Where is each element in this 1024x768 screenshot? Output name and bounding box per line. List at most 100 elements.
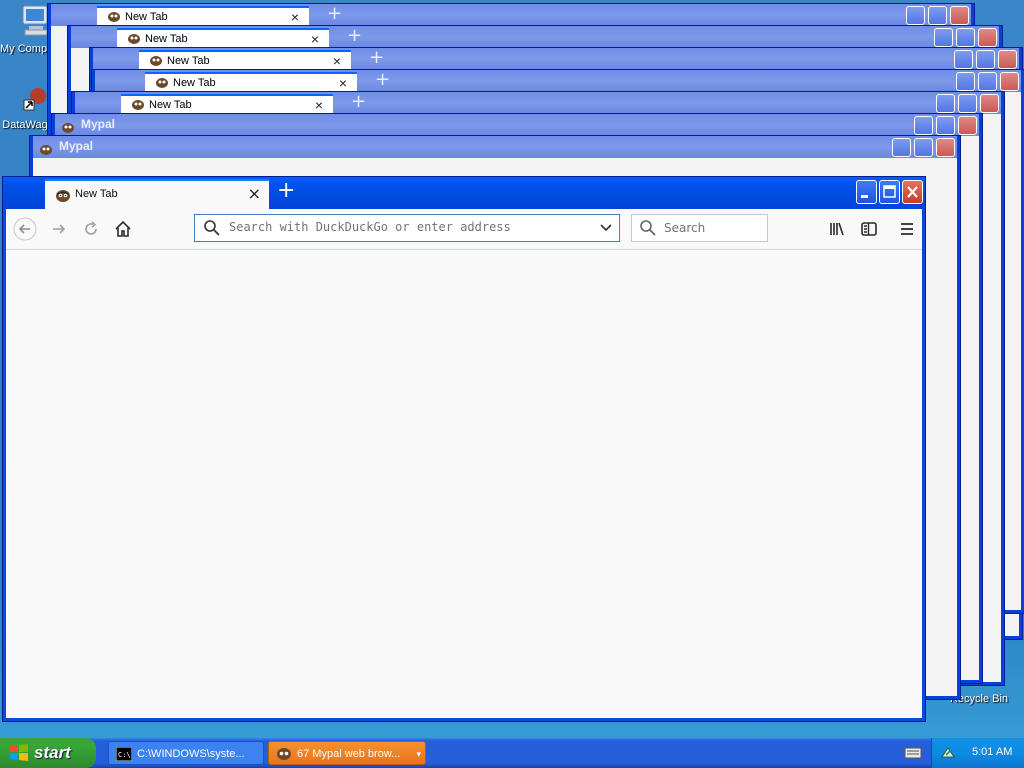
maximize-button[interactable] [879, 180, 900, 204]
forward-button[interactable] [46, 217, 72, 241]
address-input[interactable] [227, 219, 591, 235]
tab[interactable]: New Tab × [97, 6, 309, 26]
maximize-icon[interactable] [978, 72, 997, 91]
mypal-icon [39, 141, 53, 160]
new-tab-icon[interactable]: + [351, 92, 366, 112]
minimize-icon[interactable] [914, 116, 933, 135]
window-title-bar[interactable]: New Tab × + [3, 177, 925, 209]
library-button[interactable] [824, 217, 850, 241]
new-tab-button[interactable]: + [277, 178, 295, 203]
close-button[interactable] [902, 180, 923, 204]
reload-button[interactable] [78, 217, 104, 241]
minimize-icon[interactable] [956, 72, 975, 91]
close-icon[interactable] [950, 6, 969, 25]
maximize-icon[interactable] [936, 116, 955, 135]
system-tray: 5:01 AM [931, 738, 1024, 768]
search-input[interactable] [662, 220, 766, 236]
window-controls [956, 72, 1019, 91]
keyboard-icon[interactable] [904, 746, 922, 760]
tab-label: New Tab [145, 33, 188, 45]
tab[interactable]: New Tab × [121, 94, 333, 114]
taskbar-item-mypal[interactable]: 67 Mypal web brow... ▾ [268, 741, 426, 765]
svg-text:C:\: C:\ [118, 751, 131, 759]
maximize-icon[interactable] [928, 6, 947, 25]
window-title: Mypal [59, 139, 94, 153]
address-bar[interactable] [194, 214, 620, 242]
taskbar-item-label: 67 Mypal web brow... [297, 748, 401, 760]
forward-arrow-icon [53, 224, 66, 234]
search-bar[interactable] [631, 214, 768, 242]
close-icon[interactable] [978, 28, 997, 47]
window-controls [906, 6, 969, 25]
window-controls [856, 180, 923, 204]
navigation-toolbar [6, 209, 922, 250]
close-icon[interactable] [980, 94, 999, 113]
minimize-icon[interactable] [934, 28, 953, 47]
taskbar-item-cmd[interactable]: C:\ C:\WINDOWS\syste... [108, 741, 264, 765]
clock[interactable]: 5:01 AM [972, 746, 1012, 758]
tab-label: New Tab [167, 55, 210, 67]
close-tab-icon[interactable]: × [248, 184, 261, 203]
new-tab-icon[interactable]: + [369, 48, 384, 68]
home-button[interactable] [110, 217, 136, 241]
search-icon [640, 220, 656, 236]
minimize-icon[interactable] [892, 138, 911, 157]
browser-window[interactable]: New Tab × + [2, 176, 926, 722]
sidebar-button[interactable] [856, 217, 882, 241]
tab[interactable]: New Tab × [139, 50, 351, 70]
hamburger-menu-icon [901, 223, 913, 235]
mypal-icon [55, 188, 71, 207]
maximize-icon[interactable] [976, 50, 995, 69]
taskbar: start C:\ C:\WINDOWS\syste... 67 Mypal w… [0, 738, 1024, 768]
window-title: Mypal [81, 117, 116, 131]
close-tab-icon[interactable]: × [291, 8, 299, 26]
page-content[interactable] [6, 250, 922, 718]
search-icon [204, 220, 220, 236]
minimize-icon[interactable] [936, 94, 955, 113]
windows-logo-icon [10, 744, 28, 761]
close-tab-icon[interactable]: × [311, 30, 319, 48]
close-tab-icon[interactable]: × [333, 52, 341, 70]
tab-new-tab[interactable]: New Tab × [45, 179, 269, 209]
tab-label: New Tab [75, 188, 118, 200]
close-icon[interactable] [936, 138, 955, 157]
start-button[interactable]: start [0, 738, 96, 768]
window-controls [914, 116, 977, 135]
window-controls [936, 94, 999, 113]
new-tab-icon[interactable]: + [375, 70, 390, 90]
close-tab-icon[interactable]: × [339, 74, 347, 92]
minimize-button[interactable] [856, 180, 877, 204]
menu-button[interactable] [894, 217, 920, 241]
minimize-icon[interactable] [906, 6, 925, 25]
tab[interactable]: New Tab × [145, 72, 357, 92]
cmd-icon: C:\ [116, 747, 132, 761]
chevron-down-icon[interactable] [599, 221, 613, 235]
window-title-bar[interactable] [55, 114, 979, 136]
maximize-icon[interactable] [956, 28, 975, 47]
minimize-icon[interactable] [954, 50, 973, 69]
sidebar-icon [861, 222, 877, 236]
taskbar-item-label: C:\WINDOWS\syste... [137, 748, 245, 760]
maximize-icon [883, 185, 896, 198]
tab[interactable]: New Tab × [117, 28, 329, 48]
close-tab-icon[interactable]: × [315, 96, 323, 114]
chevron-down-icon[interactable]: ▾ [416, 742, 421, 764]
desktop-icon-label: DataWag [2, 119, 48, 131]
close-icon[interactable] [1000, 72, 1019, 91]
mypal-icon [277, 748, 291, 760]
network-icon[interactable] [940, 745, 956, 761]
close-icon [907, 186, 918, 198]
new-tab-icon[interactable]: + [327, 4, 342, 24]
library-icon [830, 222, 844, 236]
back-button[interactable] [12, 217, 38, 241]
tab-label: New Tab [149, 99, 192, 111]
close-icon[interactable] [958, 116, 977, 135]
reload-icon [85, 221, 97, 235]
tab-label: New Tab [125, 11, 168, 23]
maximize-icon[interactable] [914, 138, 933, 157]
close-icon[interactable] [998, 50, 1017, 69]
desktop-icon-label: My Computer [0, 43, 50, 55]
new-tab-icon[interactable]: + [347, 26, 362, 46]
maximize-icon[interactable] [958, 94, 977, 113]
window-title-bar[interactable] [33, 136, 957, 158]
